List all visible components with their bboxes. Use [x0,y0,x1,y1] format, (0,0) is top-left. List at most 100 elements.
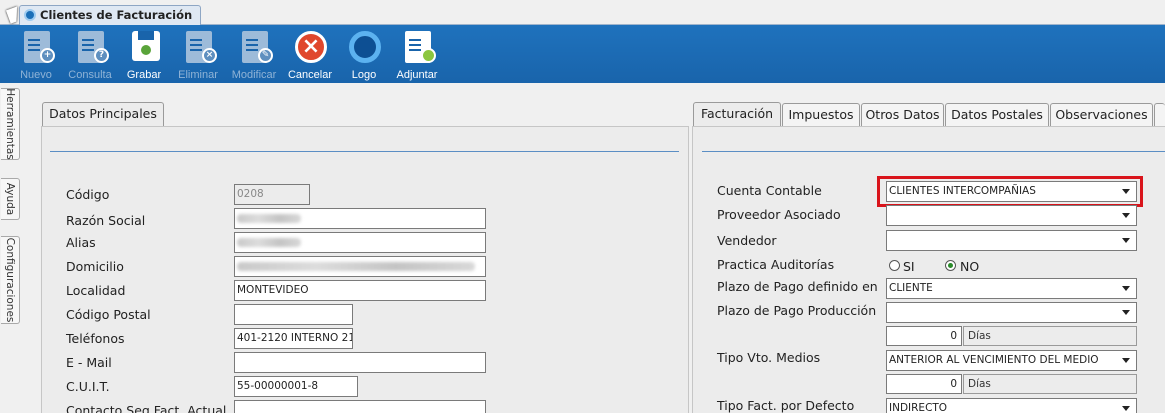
query-button[interactable]: ? Consulta [62,29,118,81]
tab-observaciones[interactable]: Observaciones [1050,103,1153,127]
chevron-down-icon [1122,286,1130,291]
left-separator [50,151,679,152]
tipo-vto-dias-field[interactable]: 0 [886,374,962,394]
attach-document-icon [405,31,436,63]
tab-datos-postales[interactable]: Datos Postales [945,103,1049,127]
tipo-fact-select[interactable]: INDIRECTO [886,398,1137,413]
vendedor-label: Vendedor [717,233,777,248]
localidad-field[interactable]: MONTEVIDEO [234,280,486,301]
right-separator [702,151,1165,152]
cancel-button[interactable]: × Cancelar [282,29,338,81]
document-tab-label: Clientes de Facturación [40,8,193,22]
redacted-text [237,238,301,247]
new-button[interactable]: + Nuevo [8,29,64,81]
side-tab-configuraciones-label: Configuraciones [4,237,16,323]
side-tab-ayuda[interactable]: Ayuda [1,178,20,220]
attach-button-label: Adjuntar [396,69,438,81]
tab-impuestos-label: Impuestos [788,107,854,122]
plazo-produccion-select[interactable] [886,302,1137,323]
alias-field[interactable] [234,232,486,253]
cancel-button-label: Cancelar [287,69,333,81]
telefonos-field[interactable]: 401-2120 INTERNO 217 [234,328,353,349]
query-document-icon: ? [78,31,109,63]
tipo-vto-value: ANTERIOR AL VENCIMIENTO DEL MEDIO [889,354,1099,366]
plazo-produccion-label: Plazo de Pago Producción [717,303,877,318]
auditorias-si-radio[interactable] [889,260,900,271]
vendedor-select[interactable] [886,230,1137,251]
codigo-field: 0208 [234,184,310,205]
tipo-vto-select[interactable]: ANTERIOR AL VENCIMIENTO DEL MEDIO [886,350,1137,371]
tipo-fact-label: Tipo Fact. por Defecto [717,398,855,413]
logo-icon [349,31,381,63]
tab-facturacion-label: Facturación [700,106,774,121]
email-field[interactable] [234,352,486,373]
telefonos-label: Teléfonos [66,331,125,346]
side-tab-configuraciones[interactable]: Configuraciones [1,236,20,324]
codigo-postal-label: Código Postal [66,307,151,322]
logo-button-label: Logo [351,69,377,81]
alias-label: Alias [66,235,96,250]
codigo-label: Código [66,187,110,202]
auditorias-label: Practica Auditorías [717,257,835,272]
plazo-produccion-dias-field[interactable]: 0 [886,326,962,346]
tab-otros-datos[interactable]: Otros Datos [861,103,944,127]
tipo-vto-dias-unit: Días [963,374,1137,394]
edit-document-icon: ✎ [242,31,273,63]
auditorias-si-label: SI [903,259,915,274]
plazo-definido-value: CLIENTE [889,282,933,294]
side-tab-herramientas[interactable]: Herramientas [1,88,20,160]
proveedor-label: Proveedor Asociado [717,207,841,222]
side-tab-ayuda-label: Ayuda [4,182,16,216]
modify-button[interactable]: ✎ Modificar [226,29,282,81]
redacted-text [237,214,301,223]
tab-facturacion[interactable]: Facturación [693,102,781,127]
toolbar: + Nuevo ? Consulta Grabar × Eliminar ✎ M… [0,25,1165,83]
tab-datos-principales[interactable]: Datos Principales [42,102,164,127]
highlight-box [877,176,1143,207]
auditorias-no-radio[interactable] [945,260,956,271]
tab-datos-principales-label: Datos Principales [49,106,157,121]
query-button-label: Consulta [68,69,112,81]
tab-impuestos[interactable]: Impuestos [782,103,860,127]
chevron-down-icon [1122,406,1130,411]
tab-observaciones-label: Observaciones [1055,107,1148,122]
plazo-definido-select[interactable]: CLIENTE [886,278,1137,299]
delete-button-label: Eliminar [178,69,218,81]
new-button-label: Nuevo [20,69,52,81]
domicilio-field[interactable] [234,256,486,277]
attach-button[interactable]: Adjuntar [389,29,445,81]
tab-datos-postales-label: Datos Postales [951,107,1043,122]
contacto-label: Contacto Seg Fact. Actual [66,403,227,413]
cuenta-contable-label: Cuenta Contable [717,183,822,198]
cuit-field[interactable]: 55-00000001-8 [234,376,358,397]
cuit-label: C.U.I.T. [66,379,110,394]
contacto-field[interactable] [234,400,486,413]
tipo-fact-value: INDIRECTO [889,402,948,413]
email-label: E - Mail [66,355,112,370]
auditorias-no-label: NO [960,259,980,274]
document-tab-clientes[interactable]: Clientes de Facturación [19,5,202,25]
chevron-down-icon [1122,213,1130,218]
domicilio-label: Domicilio [66,259,124,274]
localidad-label: Localidad [66,283,126,298]
document-tab-strip: Clientes de Facturación [0,0,1165,25]
save-button-label: Grabar [126,69,162,81]
chevron-down-icon [1122,310,1130,315]
cancel-x-icon: × [295,31,327,63]
plazo-produccion-dias-unit: Días [963,326,1137,346]
proveedor-select[interactable] [886,205,1137,226]
chevron-down-icon [1122,238,1130,243]
codigo-postal-field[interactable] [234,304,353,325]
plazo-definido-label: Plazo de Pago definido en [717,279,878,294]
delete-document-icon: × [186,31,217,63]
modify-button-label: Modificar [231,69,277,81]
chevron-down-icon [1122,358,1130,363]
tab-otros-datos-label: Otros Datos [865,107,940,122]
tab-overflow[interactable] [1154,103,1165,127]
save-button[interactable]: Grabar [116,29,172,81]
razon-social-field[interactable] [234,208,486,229]
side-tab-herramientas-label: Herramientas [4,88,16,160]
delete-button[interactable]: × Eliminar [170,29,226,81]
logo-button[interactable]: Logo [336,29,392,81]
app-logo-icon [24,9,36,21]
